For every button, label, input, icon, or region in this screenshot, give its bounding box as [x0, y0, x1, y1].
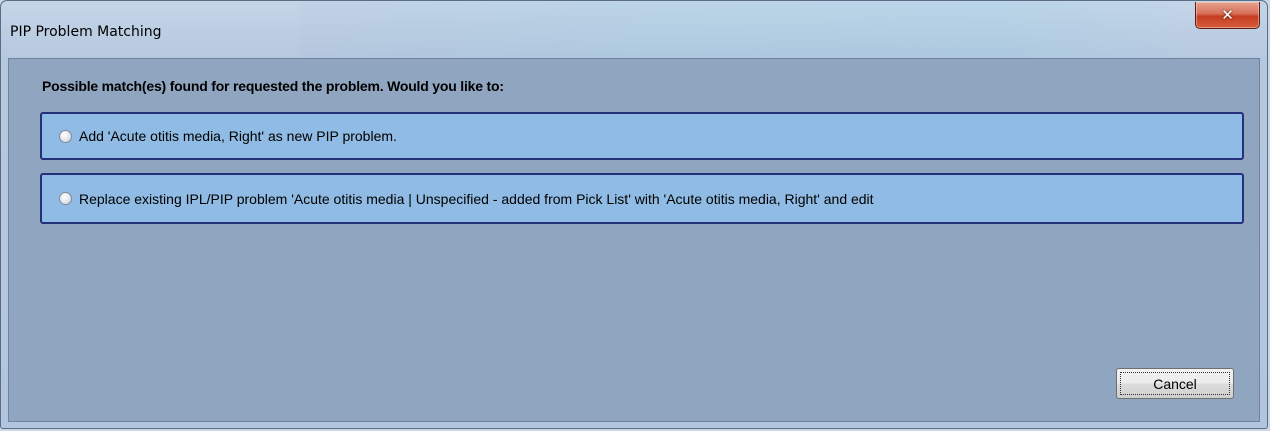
close-icon: ✕ — [1221, 5, 1234, 24]
radio-add-new-problem[interactable] — [59, 129, 72, 143]
option-replace-existing-problem-label[interactable]: Replace existing IPL/PIP problem 'Acute … — [79, 191, 874, 207]
window-title: PIP Problem Matching — [10, 24, 162, 40]
title-bar[interactable]: PIP Problem Matching ✕ — [1, 1, 1267, 53]
prompt-text: Possible match(es) found for requested t… — [42, 78, 504, 94]
radio-replace-existing-problem[interactable] — [59, 192, 72, 205]
cancel-button-label: Cancel — [1153, 375, 1197, 392]
close-button[interactable]: ✕ — [1195, 2, 1260, 29]
option-replace-existing-problem[interactable]: Replace existing IPL/PIP problem 'Acute … — [40, 173, 1244, 224]
option-add-new-problem[interactable]: Add 'Acute otitis media, Right' as new P… — [40, 112, 1244, 160]
cancel-button[interactable]: Cancel — [1116, 368, 1234, 399]
option-add-new-problem-label[interactable]: Add 'Acute otitis media, Right' as new P… — [79, 128, 397, 144]
